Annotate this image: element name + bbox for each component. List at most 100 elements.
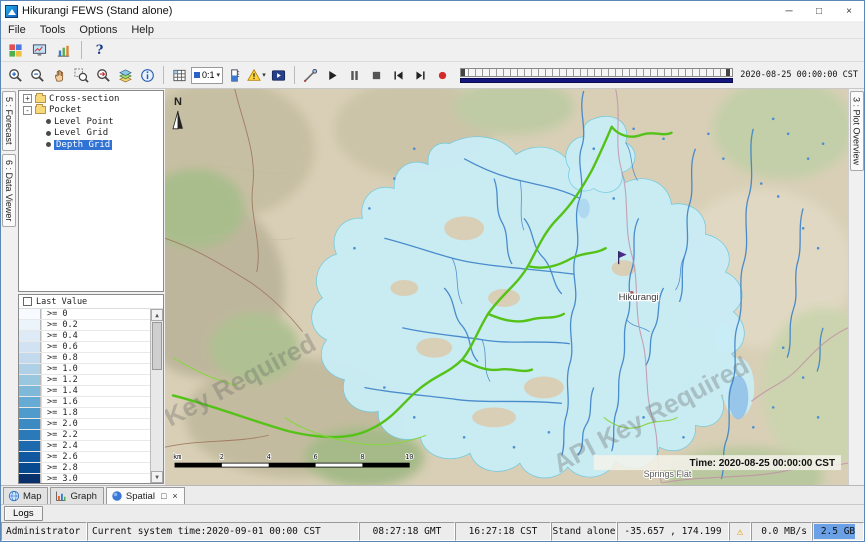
last-value-checkbox[interactable] xyxy=(23,297,32,306)
animation-export-button[interactable] xyxy=(268,65,289,85)
legend-swatch xyxy=(19,353,41,363)
legend-header: Last Value xyxy=(19,295,163,309)
timeline-start-marker[interactable] xyxy=(461,69,465,76)
legend-entry: >= 0.8 xyxy=(19,353,150,364)
layers-tree[interactable]: + Cross-section - Pocket Level Point Lev… xyxy=(18,90,164,292)
legend-swatch xyxy=(19,408,41,418)
info-button[interactable] xyxy=(137,65,158,85)
expander-icon[interactable]: + xyxy=(23,94,32,103)
tree-node-level-point[interactable]: Level Point xyxy=(20,116,162,128)
spatial-close-icon[interactable]: × xyxy=(172,491,177,501)
profile-tool-button[interactable] xyxy=(300,65,321,85)
play-button[interactable] xyxy=(322,65,343,85)
legend-swatch xyxy=(19,463,41,473)
tree-node-label[interactable]: Cross-section xyxy=(49,94,119,104)
app-icon xyxy=(5,5,18,18)
tree-node-level-grid[interactable]: Level Grid xyxy=(20,128,162,140)
scroll-up-icon[interactable]: ▲ xyxy=(151,309,163,321)
gauge-button[interactable] xyxy=(224,65,245,85)
right-dock-strip: 3 : Plot Overview xyxy=(848,89,864,485)
zoom-previous-button[interactable] xyxy=(93,65,114,85)
legend-entry: >= 1.0 xyxy=(19,364,150,375)
label-hikurangi: Hikurangi xyxy=(619,292,659,303)
warning-icon[interactable]: ⚠ xyxy=(729,522,751,541)
tree-node-pocket[interactable]: - Pocket xyxy=(20,105,162,117)
menu-help[interactable]: Help xyxy=(124,21,161,39)
legend-swatch xyxy=(19,331,41,341)
tree-node-label[interactable]: Level Point xyxy=(54,117,114,127)
logs-button[interactable]: Logs xyxy=(4,506,43,521)
zoom-in-button[interactable] xyxy=(5,65,26,85)
tab-spatial[interactable]: Spatial □ × xyxy=(106,487,185,504)
node-bullet-icon xyxy=(46,142,51,147)
step-back-button[interactable] xyxy=(388,65,409,85)
dock-tab-plot-overview[interactable]: 3 : Plot Overview xyxy=(850,91,864,171)
legend-title: Last Value xyxy=(36,297,87,307)
layers-button[interactable] xyxy=(115,65,136,85)
pause-button[interactable] xyxy=(344,65,365,85)
zoom-box-button[interactable] xyxy=(71,65,92,85)
tree-node-depth-grid[interactable]: Depth Grid xyxy=(20,139,162,151)
scrollbar-thumb[interactable] xyxy=(152,322,162,370)
timeline-ticks[interactable] xyxy=(460,68,733,77)
label-springs-flat: Springs Flat xyxy=(644,469,692,479)
menu-file[interactable]: File xyxy=(1,21,33,39)
status-mode: Stand alone xyxy=(551,522,617,541)
menu-tools[interactable]: Tools xyxy=(33,21,73,39)
legend-swatch xyxy=(19,419,41,429)
map-time-label: Time: 2020-08-25 00:00:00 CST xyxy=(594,455,841,470)
status-gmt-time: 08:27:18 GMT xyxy=(359,522,455,541)
legend-swatch xyxy=(19,342,41,352)
svg-text:km: km xyxy=(173,453,181,461)
tree-node-label-selected[interactable]: Depth Grid xyxy=(54,140,112,150)
svg-text:4: 4 xyxy=(267,453,271,461)
map-viewport[interactable]: API Key Required API Key Required N Hiku… xyxy=(165,89,848,485)
spatial-icon xyxy=(111,490,123,502)
scrollbar-track[interactable] xyxy=(151,321,163,471)
maximize-button[interactable]: □ xyxy=(804,1,834,21)
chart-display-icon[interactable] xyxy=(53,40,74,60)
stop-button[interactable] xyxy=(366,65,387,85)
warning-filter-button[interactable]: ▾ xyxy=(246,65,267,85)
status-local-time: 16:27:18 CST xyxy=(455,522,551,541)
status-user: Administrator xyxy=(1,522,87,541)
legend-entry: >= 0.6 xyxy=(19,342,150,353)
legend-entry: >= 1.4 xyxy=(19,386,150,397)
scroll-down-icon[interactable]: ▼ xyxy=(151,471,163,483)
legend-entry: >= 2.2 xyxy=(19,430,150,441)
spatial-maximize-icon[interactable]: □ xyxy=(161,491,166,501)
step-forward-button[interactable] xyxy=(410,65,431,85)
timeline-slider[interactable] xyxy=(460,65,733,85)
tree-node-label[interactable]: Pocket xyxy=(49,105,82,115)
memory-usage-label: 2.5 GB xyxy=(821,526,855,537)
help-button[interactable]: ? xyxy=(89,40,110,60)
legend-scrollbar[interactable]: ▲ ▼ xyxy=(150,309,163,483)
tab-map[interactable]: Map xyxy=(3,487,48,504)
legend-entry: >= 0.4 xyxy=(19,331,150,342)
map-canvas[interactable]: API Key Required API Key Required N Hiku… xyxy=(165,89,848,485)
chevron-down-icon: ▾ xyxy=(217,71,221,79)
zoom-out-button[interactable] xyxy=(27,65,48,85)
grid-layer-button[interactable] xyxy=(169,65,190,85)
svg-text:Time: 2020-08-25 00:00:00 CST: Time: 2020-08-25 00:00:00 CST xyxy=(690,458,835,469)
tree-node-cross-section[interactable]: + Cross-section xyxy=(20,93,162,105)
legend-entry: >= 1.6 xyxy=(19,397,150,408)
tree-node-label[interactable]: Level Grid xyxy=(54,128,108,138)
record-button[interactable] xyxy=(432,65,453,85)
tab-graph[interactable]: Graph xyxy=(50,487,103,504)
display-icon[interactable] xyxy=(29,40,50,60)
expander-icon[interactable]: - xyxy=(23,106,32,115)
dock-tab-forecast[interactable]: 5 : Forecast xyxy=(2,91,16,151)
menu-options[interactable]: Options xyxy=(72,21,124,39)
timeline-end-marker[interactable] xyxy=(726,69,730,76)
minimize-button[interactable]: ─ xyxy=(774,1,804,21)
status-bar: Administrator Current system time:2020-0… xyxy=(1,522,864,541)
layer-ratio-combo[interactable]: 0:1 ▾ xyxy=(191,67,223,84)
node-bullet-icon xyxy=(46,131,51,136)
explorer-icon[interactable] xyxy=(5,40,26,60)
pan-hand-button[interactable] xyxy=(49,65,70,85)
toolbar-separator xyxy=(81,41,82,59)
time-navigator-bar[interactable] xyxy=(460,78,733,83)
dock-tab-data-viewer[interactable]: 6 : Data Viewer xyxy=(2,154,16,227)
close-button[interactable]: × xyxy=(834,1,864,21)
